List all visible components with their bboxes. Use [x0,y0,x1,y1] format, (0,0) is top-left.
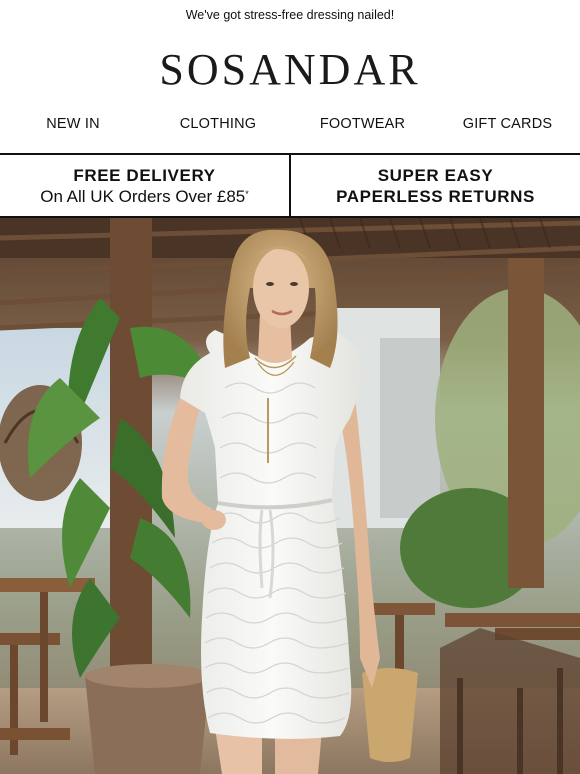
free-delivery-condition: On All UK Orders Over £85 [40,186,246,206]
main-nav: NEW IN CLOTHING FOOTWEAR GIFT CARDS [0,108,580,140]
usp-bar: FREE DELIVERY On All UK Orders Over £85*… [0,153,580,218]
free-delivery-title: FREE DELIVERY [73,165,216,185]
hero-image[interactable] [0,218,580,774]
free-delivery-banner[interactable]: FREE DELIVERY On All UK Orders Over £85* [0,155,291,216]
nav-item-clothing[interactable]: CLOTHING [168,116,268,132]
preheader-text: We've got stress-free dressing nailed! [185,8,395,22]
easy-returns-banner[interactable]: SUPER EASY PAPERLESS RETURNS [291,155,580,216]
asterisk-mark: * [245,188,249,199]
nav-item-footwear[interactable]: FOOTWEAR [310,116,415,132]
free-delivery-subtitle: On All UK Orders Over £85* [40,186,249,207]
nav-item-new-in[interactable]: NEW IN [28,116,118,132]
easy-returns-subtitle: PAPERLESS RETURNS [336,186,535,206]
sosandar-logo[interactable]: SOSANDAR [0,44,580,94]
hero-photo [0,218,580,774]
easy-returns-title: SUPER EASY [377,165,494,185]
nav-item-gift-cards[interactable]: GIFT CARDS [455,116,560,132]
